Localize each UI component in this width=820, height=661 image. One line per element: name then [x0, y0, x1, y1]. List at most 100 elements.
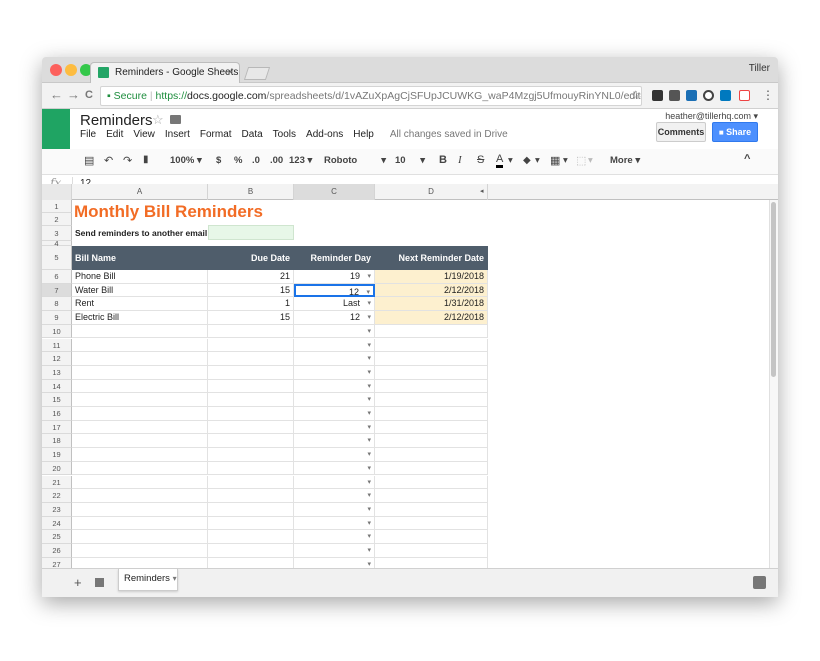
empty-cell[interactable]: ▾	[294, 365, 375, 380]
browser-menu-icon[interactable]: ⋮	[762, 88, 774, 102]
chevron-down-icon[interactable]: ▾	[563, 155, 568, 166]
row-header[interactable]: 2	[42, 213, 72, 226]
empty-cell[interactable]: ▾	[294, 475, 375, 490]
row-header[interactable]: 19	[42, 448, 72, 462]
dropdown-arrow-icon[interactable]: ▾	[367, 325, 371, 338]
empty-cell[interactable]: ▾	[294, 448, 375, 462]
dropdown-arrow-icon[interactable]: ▾	[367, 462, 371, 475]
row-header[interactable]: 12	[42, 352, 72, 366]
row-header[interactable]: 20	[42, 461, 72, 476]
empty-cell[interactable]	[72, 489, 208, 503]
menu-insert[interactable]: Insert	[165, 129, 190, 140]
empty-cell[interactable]: ▾	[294, 489, 375, 503]
empty-cell[interactable]: ▾	[294, 379, 375, 394]
empty-cell[interactable]: ▾	[294, 530, 375, 544]
empty-cell[interactable]	[375, 420, 488, 435]
empty-cell[interactable]: ▾	[294, 502, 375, 517]
extension-pdf-icon[interactable]	[739, 90, 750, 101]
empty-cell[interactable]	[375, 530, 488, 544]
select-all-corner[interactable]	[42, 184, 72, 200]
menu-view[interactable]: View	[133, 129, 155, 140]
document-title[interactable]: Reminders	[80, 112, 153, 129]
header-cell[interactable]: Reminder Day	[294, 246, 375, 270]
extension-bookmark-icon[interactable]	[652, 90, 663, 101]
more-formats-select[interactable]: 123 ▾	[289, 155, 312, 166]
account-email[interactable]: heather@tillerhq.com ▾	[665, 111, 758, 122]
sheets-logo-icon[interactable]	[42, 109, 70, 149]
bill-remind-cell[interactable]: 12 ▾	[294, 283, 375, 298]
empty-cell[interactable]	[72, 502, 208, 517]
bill-bill-cell[interactable]: Electric Bill	[72, 311, 208, 325]
empty-cell[interactable]	[208, 448, 294, 462]
dropdown-arrow-icon[interactable]: ▾	[367, 476, 371, 489]
row-header[interactable]: 17	[42, 420, 72, 435]
empty-cell[interactable]	[208, 530, 294, 544]
column-menu-icon[interactable]: ◂	[480, 187, 484, 195]
forward-icon[interactable]: →	[67, 87, 80, 102]
row-header[interactable]: 13	[42, 365, 72, 380]
dropdown-arrow-icon[interactable]: ▾	[367, 393, 371, 406]
empty-cell[interactable]	[72, 434, 208, 449]
empty-cell[interactable]	[375, 544, 488, 558]
empty-cell[interactable]	[375, 352, 488, 366]
empty-cell[interactable]	[72, 530, 208, 544]
empty-cell[interactable]	[375, 324, 488, 339]
empty-cell[interactable]	[375, 489, 488, 503]
empty-cell[interactable]	[72, 324, 208, 339]
menu-data[interactable]: Data	[242, 129, 263, 140]
empty-cell[interactable]: ▾	[294, 324, 375, 339]
empty-cell[interactable]	[72, 461, 208, 476]
dropdown-arrow-icon[interactable]: ▾	[367, 270, 371, 283]
comments-button[interactable]: Comments	[656, 122, 706, 142]
menu-file[interactable]: File	[80, 129, 96, 140]
bill-due-cell[interactable]: 1	[208, 297, 294, 312]
dropdown-arrow-icon[interactable]: ▾	[367, 448, 371, 461]
font-family-select[interactable]: Roboto ▾	[324, 155, 386, 166]
empty-cell[interactable]	[208, 338, 294, 353]
extension-screen-icon[interactable]	[686, 90, 697, 101]
percent-format-button[interactable]: %	[234, 155, 242, 166]
empty-cell[interactable]	[208, 557, 294, 568]
bill-remind-cell[interactable]: 19 ▾	[294, 270, 375, 284]
column-header-d[interactable]: D	[375, 184, 488, 200]
redo-icon[interactable]: ↷	[123, 154, 132, 167]
empty-cell[interactable]: ▾	[294, 544, 375, 558]
back-icon[interactable]: ←	[50, 87, 63, 102]
empty-cell[interactable]	[72, 475, 208, 490]
paint-format-icon[interactable]: ▮	[143, 154, 149, 165]
menu-format[interactable]: Format	[200, 129, 232, 140]
dropdown-arrow-icon[interactable]: ▾	[367, 503, 371, 516]
empty-cell[interactable]	[72, 544, 208, 558]
empty-cell[interactable]	[208, 434, 294, 449]
row-header[interactable]: 23	[42, 502, 72, 517]
empty-cell[interactable]	[375, 434, 488, 449]
row-header[interactable]: 7	[42, 283, 72, 298]
empty-cell[interactable]	[72, 365, 208, 380]
add-sheet-button[interactable]: +	[74, 575, 82, 590]
empty-cell[interactable]: ▾	[294, 393, 375, 407]
more-toolbar-button[interactable]: More ▾	[610, 155, 640, 166]
dropdown-arrow-icon[interactable]: ▾	[367, 311, 371, 324]
browser-profile-name[interactable]: Tiller	[749, 63, 770, 74]
dropdown-arrow-icon[interactable]: ▾	[367, 489, 371, 502]
bold-button[interactable]: B	[439, 154, 447, 166]
text-color-button[interactable]: A	[496, 153, 504, 168]
empty-cell[interactable]	[208, 461, 294, 476]
empty-cell[interactable]	[208, 544, 294, 558]
bill-next-cell[interactable]: 2/12/2018	[375, 283, 488, 298]
browser-tab[interactable]: Reminders - Google Sheets ×	[90, 62, 240, 83]
dropdown-arrow-icon[interactable]: ▾	[367, 530, 371, 543]
empty-cell[interactable]	[72, 407, 208, 421]
row-header[interactable]: 21	[42, 475, 72, 490]
all-sheets-icon[interactable]	[95, 578, 104, 587]
print-icon[interactable]: ▤	[84, 154, 94, 167]
row-header[interactable]: 8	[42, 297, 72, 312]
empty-cell[interactable]	[375, 475, 488, 490]
font-size-select[interactable]: 10 ▾	[395, 155, 425, 166]
extension-image-icon[interactable]	[669, 90, 680, 101]
empty-cell[interactable]	[72, 338, 208, 353]
empty-cell[interactable]	[72, 420, 208, 435]
row-header[interactable]: 25	[42, 530, 72, 544]
fill-color-icon[interactable]: ◆	[523, 155, 531, 166]
close-tab-icon[interactable]: ×	[227, 63, 233, 82]
